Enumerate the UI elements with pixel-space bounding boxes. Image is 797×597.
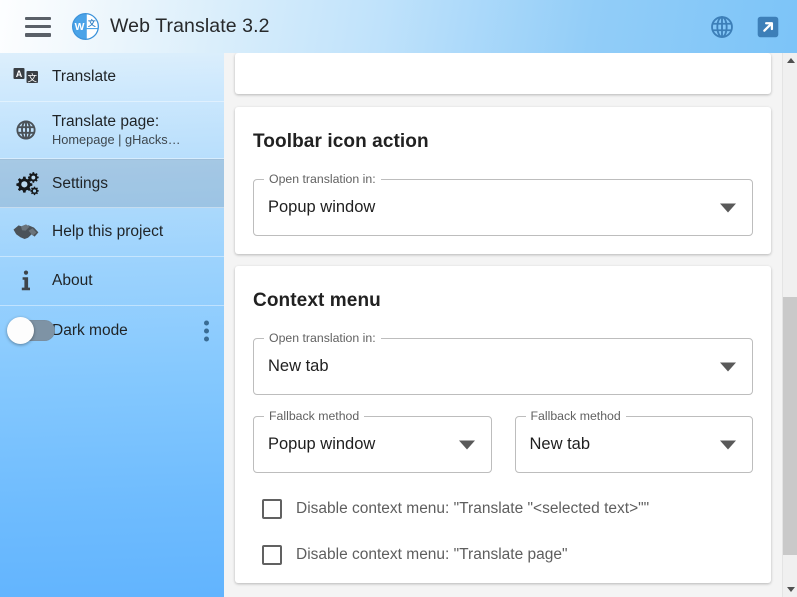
sidebar-item-about-text: About <box>52 271 93 290</box>
svg-text:文: 文 <box>27 72 37 84</box>
sidebar-item-label: Dark mode <box>52 321 128 339</box>
chevron-down-icon[interactable] <box>458 440 475 449</box>
handshake-icon-wrap <box>0 221 52 243</box>
hamburger-line <box>25 24 51 29</box>
field-legend: Fallback method <box>525 409 626 423</box>
dark-mode-toggle-wrap <box>0 317 55 344</box>
dark-mode-toggle[interactable] <box>7 317 55 344</box>
sidebar-item-label: Translate page: <box>52 112 160 130</box>
checkbox-disable-translate-page[interactable] <box>262 545 282 565</box>
web-translate-logo-icon: W 文 <box>71 12 100 41</box>
field-value: New tab <box>268 357 329 375</box>
scroll-up-arrow-icon[interactable] <box>783 53 797 68</box>
sidebar-item-label: About <box>52 272 93 290</box>
section-title: Toolbar icon action <box>253 131 429 152</box>
vertical-scrollbar[interactable] <box>782 53 797 597</box>
checkbox-disable-translate-selected-text[interactable] <box>262 499 282 519</box>
field-legend: Open translation in: <box>264 331 381 345</box>
fallback-method-row: Fallback method Popup window Fallback me… <box>253 395 753 473</box>
sidebar-item-settings[interactable]: Settings <box>0 159 224 208</box>
sidebar-item-about[interactable]: About <box>0 257 224 306</box>
sidebar-item-translate[interactable]: A 文 Translate <box>0 53 224 102</box>
field-value: Popup window <box>268 198 376 216</box>
chevron-down-icon[interactable] <box>720 362 736 371</box>
field-legend: Open translation in: <box>264 172 381 186</box>
app-title: Web Translate 3.2 <box>110 15 270 37</box>
sidebar-item-translate-text: Translate <box>52 67 116 86</box>
sidebar-item-translate-page-text: Translate page: Homepage | gHacks… <box>52 112 181 149</box>
header-actions <box>709 14 781 40</box>
sidebar: A 文 Translate Translate page: Homepage |… <box>0 53 224 597</box>
app-window: W 文 Web Translate 3.2 A 文 Translate Tran… <box>0 0 797 597</box>
brand: W 文 Web Translate 3.2 <box>63 12 270 41</box>
settings-cards: Toolbar icon action Open translation in:… <box>224 53 782 595</box>
select-context-open-translation-in[interactable]: Open translation in: New tab <box>253 331 753 395</box>
sidebar-item-label: Settings <box>52 174 109 192</box>
globe-icon[interactable] <box>709 14 735 40</box>
info-icon <box>21 270 30 291</box>
arrow-down-glyph <box>786 587 795 592</box>
field-value: Popup window <box>268 435 376 453</box>
gears-icon <box>15 172 39 196</box>
card-toolbar-icon-action: Toolbar icon action Open translation in:… <box>235 107 771 254</box>
chevron-down-icon[interactable] <box>720 203 736 212</box>
arrow-up-glyph <box>786 58 795 63</box>
hamburger-line <box>25 33 51 37</box>
kebab-dot <box>204 328 209 333</box>
svg-text:文: 文 <box>88 18 96 28</box>
globe-icon <box>16 120 36 140</box>
hamburger-icon[interactable] <box>25 16 51 37</box>
scroll-down-arrow-icon[interactable] <box>783 582 797 597</box>
hamburger-line <box>25 16 51 20</box>
chevron-down-icon[interactable] <box>720 440 736 449</box>
sidebar-item-label: Help this project <box>52 223 164 241</box>
checkbox-row-disable-translate-selected-text[interactable]: Disable context menu: "Translate "<selec… <box>253 499 753 519</box>
kebab-dot <box>204 320 209 325</box>
field-legend: Fallback method <box>264 409 365 423</box>
svg-text:A: A <box>16 69 23 79</box>
checkbox-row-disable-translate-page[interactable]: Disable context menu: "Translate page" <box>253 545 753 565</box>
kebab-menu-icon[interactable] <box>204 320 209 341</box>
card-context-menu: Context menu Open translation in: New ta… <box>235 266 771 583</box>
sidebar-item-label: Translate <box>52 68 117 86</box>
select-fallback-method-1[interactable]: Fallback method Popup window <box>253 409 492 473</box>
sidebar-item-settings-text: Settings <box>52 174 108 193</box>
app-header: W 文 Web Translate 3.2 <box>0 0 797 53</box>
sidebar-item-dark-mode[interactable]: Dark mode <box>0 306 224 355</box>
translate-icon: A 文 <box>13 67 38 84</box>
scrollbar-thumb[interactable] <box>783 297 797 555</box>
select-toolbar-open-translation-in[interactable]: Open translation in: Popup window <box>253 172 753 236</box>
field-value: New tab <box>529 435 591 453</box>
toggle-knob <box>7 317 34 344</box>
settings-content: Toolbar icon action Open translation in:… <box>224 53 782 597</box>
section-title: Context menu <box>253 290 381 311</box>
checkbox-label: Disable context menu: "Translate "<selec… <box>296 500 650 517</box>
sidebar-item-translate-page[interactable]: Translate page: Homepage | gHacks… <box>0 102 224 159</box>
previous-section-card-clipped <box>235 53 771 94</box>
sidebar-item-dark-mode-text: Dark mode <box>52 321 128 340</box>
select-fallback-method-2[interactable]: Fallback method New tab <box>514 409 753 473</box>
sidebar-item-help-this-project[interactable]: Help this project <box>0 208 224 257</box>
info-icon-wrap <box>0 269 52 293</box>
handshake-icon <box>13 224 39 239</box>
sidebar-item-help-text: Help this project <box>52 222 163 241</box>
translate-icon-wrap: A 文 <box>0 67 52 88</box>
globe-icon-wrap <box>0 118 52 142</box>
open-in-new-window-icon[interactable] <box>755 14 781 40</box>
gears-icon-wrap <box>0 171 52 196</box>
kebab-dot <box>204 336 209 341</box>
sidebar-item-sublabel: Homepage | gHacks… <box>52 131 181 147</box>
svg-text:W: W <box>75 22 85 33</box>
checkbox-label: Disable context menu: "Translate page" <box>296 546 568 563</box>
